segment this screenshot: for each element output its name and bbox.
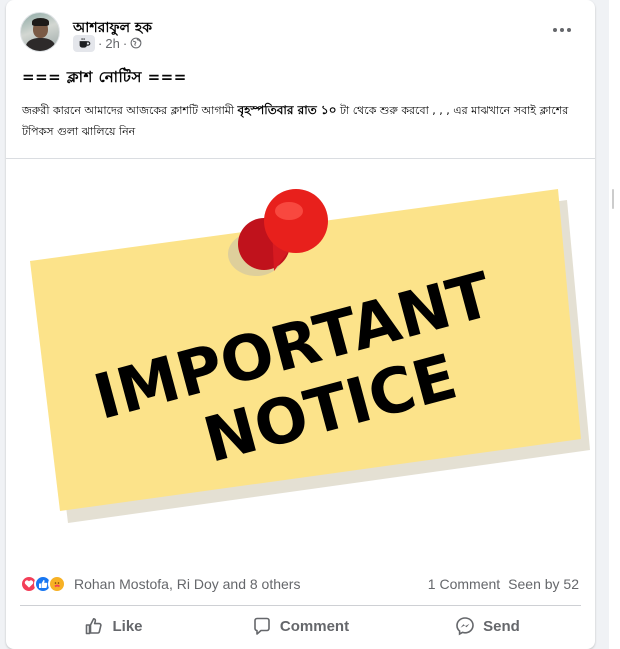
send-label: Send bbox=[483, 617, 520, 635]
comment-label: Comment bbox=[279, 617, 350, 635]
right-stats: 1 Comment Seen by 52 bbox=[428, 576, 579, 592]
reactor-names[interactable]: Rohan Mostofa, Ri Doy and 8 others bbox=[74, 576, 300, 592]
post-meta: · 2h · bbox=[73, 34, 142, 52]
more-options-icon[interactable] bbox=[547, 18, 577, 42]
globe-icon bbox=[130, 37, 142, 49]
author-avatar[interactable] bbox=[20, 12, 60, 52]
post-image[interactable]: IMPORTANT NOTICE bbox=[6, 158, 595, 562]
like-button[interactable]: Like bbox=[20, 608, 207, 644]
scrollbar-thumb[interactable] bbox=[612, 189, 614, 209]
post-stats: Rohan Mostofa, Ri Doy and 8 others 1 Com… bbox=[20, 572, 579, 596]
seen-count[interactable]: Seen by 52 bbox=[508, 576, 579, 592]
comment-count[interactable]: 1 Comment bbox=[428, 576, 500, 592]
meta-separator: · bbox=[98, 35, 103, 51]
like-label: Like bbox=[112, 617, 143, 635]
like-icon bbox=[86, 618, 103, 635]
coffee-icon[interactable] bbox=[73, 34, 95, 52]
post-card: আশরাফুল হক · 2h · === ক্লাশ নোটিস === জর… bbox=[6, 0, 595, 649]
comment-icon bbox=[254, 617, 270, 635]
messenger-icon bbox=[456, 617, 474, 636]
divider bbox=[20, 605, 581, 606]
action-bar: Like Comment Send bbox=[20, 608, 581, 644]
post-time[interactable]: 2h bbox=[105, 36, 119, 51]
post-body-bold: বৃহস্পতিবার রাত ১০ bbox=[237, 103, 337, 117]
send-button[interactable]: Send bbox=[394, 608, 581, 644]
comment-button[interactable]: Comment bbox=[207, 608, 394, 644]
reaction-icons[interactable] bbox=[20, 575, 66, 593]
post-title: === ক্লাশ নোটিস === bbox=[22, 68, 187, 86]
post-body: জরুরী কারনে আমাদের আজকের ক্লাশটি আগামী ব… bbox=[22, 100, 578, 142]
post-header: আশরাফুল হক · 2h · bbox=[20, 12, 581, 54]
post-body-part1: জরুরী কারনে আমাদের আজকের ক্লাশটি আগামী bbox=[22, 104, 238, 117]
care-reaction-icon bbox=[48, 575, 66, 593]
meta-separator-2: · bbox=[122, 35, 128, 51]
right-panel-edge bbox=[609, 0, 620, 649]
